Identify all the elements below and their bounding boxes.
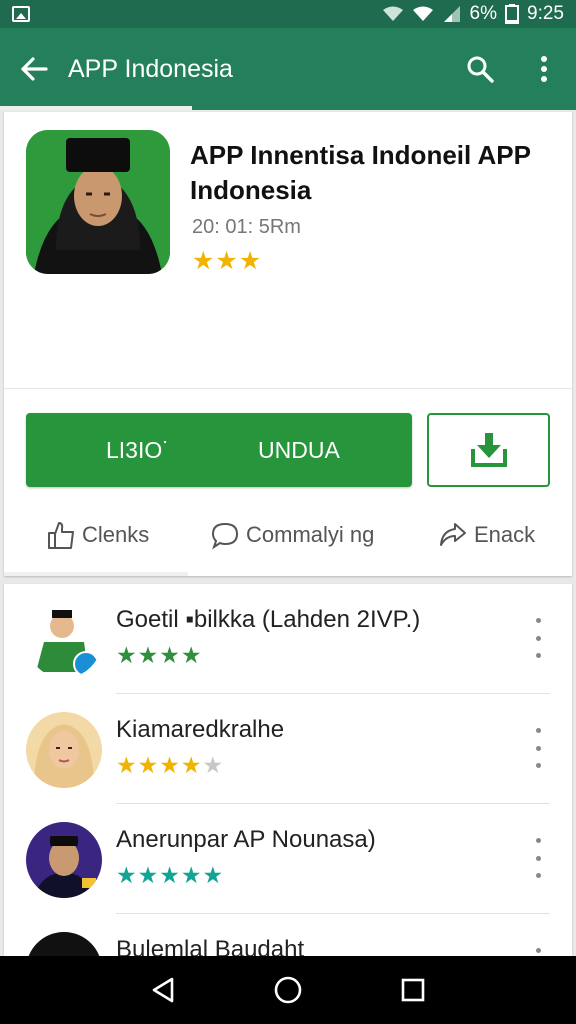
download-icon bbox=[470, 433, 507, 467]
avatar bbox=[26, 712, 102, 788]
more-vert-icon[interactable] bbox=[526, 618, 550, 658]
square-recents-icon bbox=[402, 978, 425, 1002]
install-button[interactable]: LI3IO˙ UNDUA bbox=[26, 413, 412, 487]
back-button[interactable] bbox=[0, 28, 68, 110]
signal-icon bbox=[443, 6, 460, 22]
list-item-stars: ★★★★ bbox=[116, 642, 203, 668]
app-details-card: APP Innentisa Indoneil APP Indonesia 20:… bbox=[4, 112, 572, 576]
list-item-name: Goetil ▪bilkka (Lahden 2IVP.) bbox=[116, 606, 421, 633]
app-rating-stars: ★★★ bbox=[192, 247, 263, 275]
battery-icon bbox=[505, 4, 520, 24]
app-title: APP Innentisa Indoneil APP Indonesia bbox=[190, 140, 531, 205]
list-item-stars: ★★★★★ bbox=[116, 862, 225, 888]
list-item[interactable]: Bulemlal Baudaht bbox=[4, 914, 572, 956]
action-comment[interactable]: Commalyi ng bbox=[210, 520, 374, 550]
wifi-icon bbox=[382, 6, 403, 21]
app-icon bbox=[26, 130, 170, 274]
avatar bbox=[26, 822, 102, 898]
search-button[interactable] bbox=[448, 28, 512, 110]
battery-percent: 6% bbox=[469, 3, 498, 24]
like-icon bbox=[48, 522, 74, 549]
tab-indicator bbox=[0, 106, 192, 110]
action-share[interactable]: Enack bbox=[438, 520, 535, 550]
nav-home-button[interactable] bbox=[268, 970, 308, 1010]
action-like-label: Clenks bbox=[82, 522, 150, 547]
comment-icon bbox=[211, 522, 239, 550]
triangle-back-icon bbox=[152, 977, 173, 1003]
list-item[interactable]: Anerunpar AP Nounasa) ★★★★★ bbox=[4, 804, 572, 914]
avatar bbox=[26, 602, 102, 678]
avatar-cartoon-figure bbox=[26, 602, 102, 678]
install-button-label-right: UNDUA bbox=[258, 436, 340, 463]
status-bar: 6% 9:25 bbox=[0, 0, 576, 28]
nav-back-button[interactable] bbox=[143, 970, 183, 1010]
overflow-menu-button[interactable] bbox=[512, 28, 576, 110]
more-vert-icon[interactable] bbox=[526, 838, 550, 878]
list-item-name: Bulemlal Baudaht bbox=[116, 936, 305, 956]
related-list-card: Goetil ▪bilkka (Lahden 2IVP.) ★★★★ Kiama… bbox=[4, 584, 572, 956]
list-item-stars: ★★★★★ bbox=[116, 752, 224, 779]
list-item[interactable]: Kiamaredkralhe ★★★★★ bbox=[4, 694, 572, 804]
circle-home-icon bbox=[274, 976, 302, 1004]
more-vert-icon bbox=[541, 56, 547, 82]
app-icon-portrait bbox=[26, 130, 170, 274]
avatar-man-portrait bbox=[26, 822, 102, 898]
app-meta: 20: 01: 5Rm bbox=[192, 216, 301, 238]
arrow-back-icon bbox=[21, 57, 48, 81]
list-item[interactable]: Goetil ▪bilkka (Lahden 2IVP.) ★★★★ bbox=[4, 584, 572, 694]
clock: 9:25 bbox=[527, 3, 564, 24]
avatar bbox=[26, 932, 102, 956]
more-vert-icon[interactable] bbox=[526, 728, 550, 768]
action-share-label: Enack bbox=[474, 522, 536, 547]
download-button[interactable] bbox=[427, 413, 550, 487]
avatar-hijab-portrait bbox=[26, 712, 102, 788]
action-like[interactable]: Clenks bbox=[46, 520, 149, 550]
app-bar-title: APP Indonesia bbox=[68, 54, 233, 83]
nav-recents-button[interactable] bbox=[393, 970, 433, 1010]
image-notification-icon bbox=[12, 6, 30, 22]
action-row: Clenks Commalyi ng Enack bbox=[4, 510, 572, 560]
stars-empty: ★ bbox=[202, 752, 225, 778]
card-tab-indicator bbox=[4, 572, 188, 576]
app-bar: APP Indonesia bbox=[0, 28, 576, 110]
more-vert-icon[interactable] bbox=[526, 948, 550, 956]
wifi-calling-icon bbox=[412, 6, 433, 21]
navigation-bar bbox=[0, 956, 576, 1024]
divider bbox=[4, 388, 572, 389]
share-icon bbox=[440, 523, 466, 546]
action-comment-label: Commalyi ng bbox=[246, 522, 375, 547]
install-button-label-left: LI3IO˙ bbox=[106, 436, 170, 463]
stars-filled: ★★★★ bbox=[116, 752, 203, 778]
list-item-name: Anerunpar AP Nounasa) bbox=[116, 826, 376, 853]
search-icon bbox=[467, 56, 494, 83]
list-item-name: Kiamaredkralhe bbox=[116, 716, 285, 743]
